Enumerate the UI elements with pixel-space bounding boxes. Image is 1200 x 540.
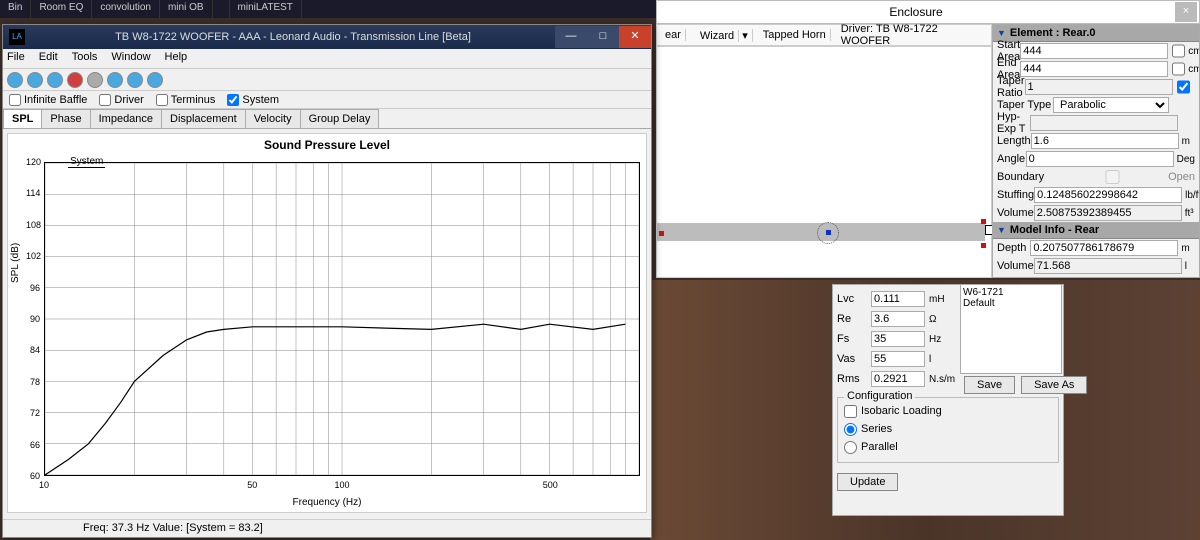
tab-impedance[interactable]: Impedance: [90, 109, 162, 128]
tab-phase[interactable]: Phase: [41, 109, 90, 128]
tab-groupdelay[interactable]: Group Delay: [300, 109, 380, 128]
record-icon[interactable]: [67, 72, 83, 88]
play-icon[interactable]: [147, 72, 163, 88]
tool-icon[interactable]: [127, 72, 143, 88]
fs-input[interactable]: [871, 331, 925, 347]
tapped-horn-button[interactable]: Tapped Horn: [759, 29, 831, 41]
leonard-audio-window: LA TB W8-1722 WOOFER - AAA - Leonard Aud…: [2, 24, 652, 538]
driver-list[interactable]: W6-1721Default: [960, 284, 1062, 374]
spl-chart[interactable]: Sound Pressure Level System SPL (dB) Fre…: [7, 133, 647, 513]
tool-icon[interactable]: [7, 72, 23, 88]
model-info-header[interactable]: Model Info - Rear: [993, 222, 1199, 239]
menu-tools[interactable]: Tools: [72, 51, 98, 66]
depth-input[interactable]: [1030, 240, 1178, 256]
la-toolbar: [3, 69, 651, 91]
length-input[interactable]: [1031, 133, 1179, 149]
enclosure-toolbar: ear Wizard ▾ Tapped Horn Driver: TB W8-1…: [656, 24, 992, 46]
enclosure-titlebar[interactable]: Enclosure ×: [656, 0, 1200, 24]
start-area-input[interactable]: [1020, 43, 1168, 59]
angle-input[interactable]: [1026, 151, 1174, 167]
app-icon: LA: [9, 29, 25, 45]
wizard-button[interactable]: Wizard ▾: [692, 29, 753, 42]
driver-check[interactable]: Driver: [99, 94, 143, 106]
close-icon[interactable]: ✕: [619, 26, 651, 48]
stuffing-input[interactable]: [1034, 187, 1182, 203]
parallel-radio[interactable]: Parallel: [844, 438, 1052, 456]
infinite-baffle-check[interactable]: Infinite Baffle: [9, 94, 87, 106]
tool-icon[interactable]: [47, 72, 63, 88]
menu-window[interactable]: Window: [111, 51, 150, 66]
minimize-icon[interactable]: —: [555, 26, 587, 48]
menu-edit[interactable]: Edit: [39, 51, 58, 66]
end-area-input[interactable]: [1020, 61, 1168, 77]
update-button[interactable]: Update: [837, 473, 898, 491]
tab-rear[interactable]: ear: [661, 29, 686, 41]
save-button[interactable]: Save: [964, 376, 1015, 394]
isobaric-check[interactable]: Isobaric Loading: [844, 402, 1052, 420]
tool-icon[interactable]: [87, 72, 103, 88]
tool-icon[interactable]: [27, 72, 43, 88]
trace-checks: Infinite Baffle Driver Terminus System: [3, 91, 651, 109]
menu-file[interactable]: File: [7, 51, 25, 66]
terminus-check[interactable]: Terminus: [156, 94, 216, 106]
volume-input: [1034, 205, 1182, 221]
tab-displacement[interactable]: Displacement: [161, 109, 246, 128]
element-header[interactable]: Element : Rear.0: [993, 25, 1199, 42]
la-titlebar[interactable]: LA TB W8-1722 WOOFER - AAA - Leonard Aud…: [3, 25, 651, 49]
main-menu[interactable]: File Edit Tools Window Help: [3, 49, 651, 69]
chart-tabs: SPL Phase Impedance Displacement Velocit…: [3, 109, 651, 129]
tab-velocity[interactable]: Velocity: [245, 109, 301, 128]
series-radio[interactable]: Series: [844, 420, 1052, 438]
close-icon[interactable]: ×: [1175, 2, 1197, 22]
system-check[interactable]: System: [227, 94, 279, 106]
model-volume-input: [1034, 258, 1182, 274]
lvc-input[interactable]: [871, 291, 925, 307]
tab-spl[interactable]: SPL: [3, 109, 42, 128]
status-bar: Freq: 37.3 Hz Value: [System = 83.2]: [3, 519, 651, 537]
re-input[interactable]: [871, 311, 925, 327]
saveas-button[interactable]: Save As: [1021, 376, 1087, 394]
taper-type-select[interactable]: Parabolic: [1053, 97, 1169, 113]
rms-input[interactable]: [871, 371, 925, 387]
tool-icon[interactable]: [107, 72, 123, 88]
driver-label: Driver: TB W8-1722 WOOFER: [837, 23, 987, 47]
maximize-icon[interactable]: □: [587, 26, 619, 48]
menu-help[interactable]: Help: [165, 51, 188, 66]
configuration-group: Configuration Isobaric Loading Series Pa…: [837, 397, 1059, 463]
taper-ratio-input[interactable]: [1025, 79, 1173, 95]
vas-input[interactable]: [871, 351, 925, 367]
hypexp-input: [1030, 115, 1178, 131]
enclosure-title: Enclosure: [657, 5, 1175, 19]
enclosure-canvas[interactable]: [656, 46, 992, 278]
element-properties-panel: Element : Rear.0 Start Areacm² End Areac…: [992, 24, 1200, 278]
